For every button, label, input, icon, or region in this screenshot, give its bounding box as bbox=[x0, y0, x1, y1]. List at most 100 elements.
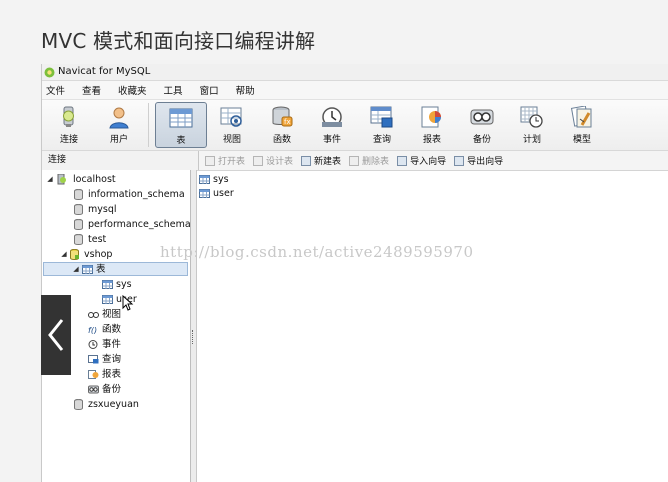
toolbar-view-button[interactable]: 视图 bbox=[207, 102, 257, 148]
slide-title: MVC 模式和面向接口编程讲解 bbox=[41, 29, 316, 53]
open-table-button[interactable]: 打开表 bbox=[205, 154, 245, 167]
export-wizard-label: 导出向导 bbox=[467, 157, 504, 167]
new-table-icon bbox=[301, 155, 312, 166]
tree-node-test[interactable]: test bbox=[74, 232, 106, 247]
export-wizard-icon bbox=[454, 155, 465, 166]
import-wizard-label: 导入向导 bbox=[410, 157, 447, 167]
splitter-grip-icon bbox=[192, 330, 195, 344]
database-open-icon bbox=[70, 249, 79, 260]
toolbar-backup-label: 备份 bbox=[472, 135, 491, 145]
tree-node-events[interactable]: 事件 bbox=[88, 337, 121, 352]
new-table-button[interactable]: 新建表 bbox=[301, 154, 341, 167]
mouse-cursor-icon bbox=[122, 295, 134, 311]
tree-node-zsxueyuan[interactable]: zsxueyuan bbox=[74, 397, 139, 412]
database-icon bbox=[74, 189, 83, 200]
tree-label: zsxueyuan bbox=[88, 399, 139, 410]
toolbar-separator bbox=[148, 103, 149, 147]
object-list-pane: sys user bbox=[197, 170, 668, 482]
tree-node-queries[interactable]: 查询 bbox=[88, 352, 121, 367]
watermark-text: http://blog.csdn.net/active2489595970 bbox=[160, 243, 474, 261]
table-group-icon bbox=[82, 265, 93, 274]
menu-file[interactable]: 文件 bbox=[46, 83, 65, 97]
tree-node-tables-group[interactable]: ◢ 表 bbox=[72, 262, 105, 277]
toolbar-table-button[interactable]: 表 bbox=[155, 102, 207, 148]
expanded-arrow-icon: ◢ bbox=[61, 250, 67, 258]
svg-text:f(): f() bbox=[88, 326, 97, 334]
delete-table-button[interactable]: 删除表 bbox=[349, 154, 389, 167]
tree-node-table-sys[interactable]: sys bbox=[102, 277, 132, 292]
tree-node-backups[interactable]: 备份 bbox=[88, 382, 121, 397]
new-table-label: 新建表 bbox=[314, 157, 342, 167]
toolbar-model-label: 模型 bbox=[572, 135, 591, 145]
tree-node-mysql[interactable]: mysql bbox=[74, 202, 117, 217]
tree-label: sys bbox=[116, 279, 132, 290]
window-title: Navicat for MySQL bbox=[58, 66, 151, 77]
tree-label: mysql bbox=[88, 204, 117, 215]
toolbar-function-button[interactable]: fx 函数 bbox=[257, 102, 307, 148]
tree-node-information-schema[interactable]: information_schema bbox=[74, 187, 185, 202]
event-icon bbox=[319, 105, 345, 129]
tree-label: 事件 bbox=[102, 339, 122, 350]
open-table-icon bbox=[205, 155, 215, 166]
query-icon bbox=[369, 105, 395, 129]
query-icon bbox=[88, 355, 99, 364]
svg-text:fx: fx bbox=[284, 118, 291, 126]
tree-node-functions[interactable]: f() 函数 bbox=[88, 322, 121, 337]
toolbar-model-button[interactable]: 模型 bbox=[557, 102, 607, 148]
previous-slide-button[interactable] bbox=[41, 295, 71, 375]
toolbar-view-label: 视图 bbox=[222, 135, 241, 145]
object-item-sys[interactable]: sys bbox=[199, 172, 229, 186]
toolbar-schedule-button[interactable]: 计划 bbox=[507, 102, 557, 148]
import-wizard-button[interactable]: 导入向导 bbox=[397, 154, 446, 167]
tree-label: 备份 bbox=[102, 384, 122, 395]
backup-icon bbox=[88, 385, 99, 394]
object-actions-bar: 打开表 设计表 新建表 删除表 导入向导 导出向导 bbox=[199, 151, 668, 170]
backup-icon bbox=[469, 105, 495, 129]
model-icon bbox=[569, 105, 595, 129]
function-icon: fx bbox=[269, 105, 295, 129]
tree-node-views[interactable]: 视图 bbox=[88, 307, 121, 322]
toolbar-backup-button[interactable]: 备份 bbox=[457, 102, 507, 148]
toolbar-event-label: 事件 bbox=[322, 135, 341, 145]
import-wizard-icon bbox=[397, 155, 408, 166]
function-icon: f() bbox=[88, 326, 97, 334]
navicat-logo-icon bbox=[44, 67, 55, 77]
object-item-user[interactable]: user bbox=[199, 186, 234, 200]
table-icon bbox=[199, 188, 210, 198]
menu-window[interactable]: 窗口 bbox=[200, 83, 219, 97]
tree-label-localhost: localhost bbox=[73, 174, 116, 185]
toolbar-report-button[interactable]: 报表 bbox=[407, 102, 457, 148]
object-item-label: user bbox=[213, 187, 234, 199]
toolbar-query-button[interactable]: 查询 bbox=[357, 102, 407, 148]
toolbar-schedule-label: 计划 bbox=[522, 135, 541, 145]
tree-node-localhost[interactable]: ◢ localhost bbox=[46, 172, 116, 187]
menu-help[interactable]: 帮助 bbox=[236, 83, 255, 97]
tree-node-performance-schema[interactable]: performance_schema bbox=[74, 217, 191, 232]
tree-node-vshop[interactable]: ◢ vshop bbox=[46, 247, 112, 262]
expanded-arrow-icon: ◢ bbox=[73, 265, 79, 273]
toolbar-connection-button[interactable]: 连接 bbox=[44, 102, 94, 148]
main-toolbar: 连接 用户 表 视图 fx 函数 事件 查询 报表 备份 计划 模型 bbox=[42, 100, 668, 151]
delete-table-label: 删除表 bbox=[362, 157, 390, 167]
tree-node-reports[interactable]: 报表 bbox=[88, 367, 121, 382]
menu-tools[interactable]: 工具 bbox=[164, 83, 183, 97]
toolbar-user-label: 用户 bbox=[109, 135, 128, 145]
toolbar-event-button[interactable]: 事件 bbox=[307, 102, 357, 148]
toolbar-user-button[interactable]: 用户 bbox=[94, 102, 144, 148]
open-table-label: 打开表 bbox=[218, 157, 246, 167]
tree-label: 函数 bbox=[102, 324, 122, 335]
tree-label-vshop: vshop bbox=[84, 249, 113, 260]
schedule-icon bbox=[519, 105, 545, 129]
toolbar-table-label: 表 bbox=[176, 136, 186, 146]
view-icon bbox=[88, 312, 99, 318]
menu-favorites[interactable]: 收藏夹 bbox=[118, 83, 147, 97]
design-table-label: 设计表 bbox=[266, 157, 294, 167]
export-wizard-button[interactable]: 导出向导 bbox=[454, 154, 503, 167]
table-icon bbox=[168, 106, 194, 130]
menu-view[interactable]: 查看 bbox=[82, 83, 101, 97]
database-icon bbox=[74, 399, 83, 410]
toolbar-report-label: 报表 bbox=[422, 135, 441, 145]
tree-label: information_schema bbox=[88, 189, 185, 200]
tree-label: 视图 bbox=[102, 309, 122, 320]
design-table-button[interactable]: 设计表 bbox=[253, 154, 293, 167]
